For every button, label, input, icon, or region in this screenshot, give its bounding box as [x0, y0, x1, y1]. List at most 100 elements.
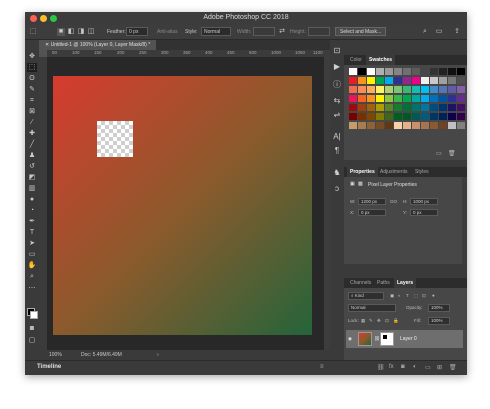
new-selection-icon[interactable]: ■	[57, 28, 65, 36]
swatch[interactable]	[403, 95, 411, 102]
filter-shape-icon[interactable]: ⬚	[414, 293, 418, 299]
swatch[interactable]	[457, 68, 465, 75]
libraries-icon[interactable]: ♞	[332, 168, 342, 178]
swatch[interactable]	[457, 122, 465, 129]
swatch[interactable]	[394, 95, 402, 102]
swatch[interactable]	[457, 113, 465, 120]
swatch[interactable]	[385, 104, 393, 111]
swap-dimensions-icon[interactable]: ⇄	[278, 28, 286, 36]
swatch[interactable]	[430, 113, 438, 120]
swatch[interactable]	[430, 77, 438, 84]
paragraph-icon[interactable]: ⇌	[332, 110, 342, 120]
swatch[interactable]	[349, 68, 357, 75]
document-tab[interactable]: ✕ Untitled-1 @ 100% (Layer 0, Layer Mask…	[39, 40, 157, 50]
swatch[interactable]	[412, 68, 420, 75]
swatch[interactable]	[358, 68, 366, 75]
eyedropper-tool-icon[interactable]: ⁄	[27, 118, 37, 127]
swatch[interactable]	[367, 68, 375, 75]
layer-x-input[interactable]: 0 px	[358, 209, 386, 216]
filter-smart-object-icon[interactable]: ⊡	[422, 293, 426, 299]
move-tool-icon[interactable]: ✥	[27, 52, 37, 61]
swatch[interactable]	[412, 113, 420, 120]
style-select[interactable]: Normal	[201, 27, 231, 36]
lock-artboard-icon[interactable]: ⊡	[385, 318, 389, 324]
swatch[interactable]	[358, 77, 366, 84]
swatch[interactable]	[439, 122, 447, 129]
swatch[interactable]	[376, 68, 384, 75]
swatch[interactable]	[358, 113, 366, 120]
antialias-checkbox[interactable]: Anti-alias	[157, 29, 178, 35]
swatch[interactable]	[448, 68, 456, 75]
swatch[interactable]	[430, 95, 438, 102]
swatch[interactable]	[412, 104, 420, 111]
lasso-tool-icon[interactable]: ʘ	[27, 74, 37, 83]
layer-mask-icon[interactable]: ▩	[358, 181, 363, 187]
swatch[interactable]	[421, 68, 429, 75]
swatch[interactable]	[439, 95, 447, 102]
swatch[interactable]	[412, 95, 420, 102]
swatch[interactable]	[367, 104, 375, 111]
timeline-tab[interactable]: Timeline	[37, 364, 61, 370]
swatch[interactable]	[403, 77, 411, 84]
visibility-eye-icon[interactable]: ◉	[348, 336, 352, 342]
filter-toggle-icon[interactable]: ●	[432, 293, 435, 298]
swatch[interactable]	[358, 86, 366, 93]
horizontal-ruler[interactable]: 50 100 150 200 250 300 350 400 450 500 1…	[47, 50, 324, 57]
frame-tool-icon[interactable]: ⊠	[27, 107, 37, 116]
swatch[interactable]	[439, 77, 447, 84]
crop-tool-icon[interactable]: ⌗	[27, 96, 37, 105]
swatch[interactable]	[376, 104, 384, 111]
swatch[interactable]	[367, 77, 375, 84]
swatch[interactable]	[421, 77, 429, 84]
swatch[interactable]	[439, 68, 447, 75]
tab-swatches[interactable]: Swatches	[366, 55, 396, 65]
swatch[interactable]	[439, 104, 447, 111]
layer-filter-select[interactable]: ⌕ Kind	[348, 292, 384, 300]
adjustment-layer-icon[interactable]: ◐	[413, 364, 417, 370]
workspace-icon[interactable]: ▭	[435, 28, 443, 36]
swatch[interactable]	[457, 95, 465, 102]
actions-icon[interactable]: ▶	[332, 62, 342, 72]
swatch[interactable]	[367, 122, 375, 129]
layer-name[interactable]: Layer 0	[400, 336, 417, 342]
new-group-icon[interactable]: ▭	[425, 364, 431, 371]
select-and-mask-button[interactable]: Select and Mask...	[335, 27, 387, 36]
search-icon[interactable]: ⌕	[421, 28, 429, 36]
swatch[interactable]	[448, 122, 456, 129]
document-canvas[interactable]	[53, 76, 312, 335]
quick-selection-tool-icon[interactable]: ✎	[27, 85, 37, 94]
brush-tool-icon[interactable]: ╱	[27, 140, 37, 149]
tab-layers[interactable]: Layers	[394, 278, 417, 288]
tab-color[interactable]: Color	[347, 55, 365, 65]
screen-mode-icon[interactable]: ▢	[27, 336, 37, 345]
eraser-tool-icon[interactable]: ◩	[27, 173, 37, 182]
opacity-input[interactable]: 100%	[428, 304, 450, 312]
edit-toolbar-icon[interactable]: ⋯	[27, 284, 37, 293]
swatch[interactable]	[385, 68, 393, 75]
swatch[interactable]	[421, 86, 429, 93]
swatch[interactable]	[448, 104, 456, 111]
rectangular-marquee-tool-icon[interactable]: ⬚	[27, 63, 37, 72]
adobe-cc-icon[interactable]: ↄ	[332, 184, 342, 194]
new-swatch-group-icon[interactable]: ▭	[436, 150, 442, 157]
swatch[interactable]	[376, 95, 384, 102]
swatch[interactable]	[448, 113, 456, 120]
brush-settings-icon[interactable]: ⇆	[332, 96, 342, 106]
swatch[interactable]	[403, 113, 411, 120]
canvas-area[interactable]	[47, 57, 324, 350]
healing-brush-tool-icon[interactable]: ✚	[27, 129, 37, 138]
rectangle-tool-icon[interactable]: ▭	[27, 250, 37, 259]
swatch[interactable]	[412, 86, 420, 93]
vertical-ruler[interactable]	[39, 57, 47, 350]
swatch[interactable]	[430, 104, 438, 111]
filter-type-icon[interactable]: T	[406, 293, 409, 298]
swatch[interactable]	[394, 122, 402, 129]
subtract-selection-icon[interactable]: ◨	[77, 28, 85, 36]
swatch[interactable]	[430, 122, 438, 129]
swatch[interactable]	[457, 77, 465, 84]
swatch[interactable]	[349, 86, 357, 93]
delete-layer-icon[interactable]: 🗑	[449, 364, 457, 371]
width-input[interactable]	[253, 27, 275, 36]
swatch[interactable]	[421, 104, 429, 111]
zoom-tool-icon[interactable]: ⌕	[27, 272, 37, 281]
